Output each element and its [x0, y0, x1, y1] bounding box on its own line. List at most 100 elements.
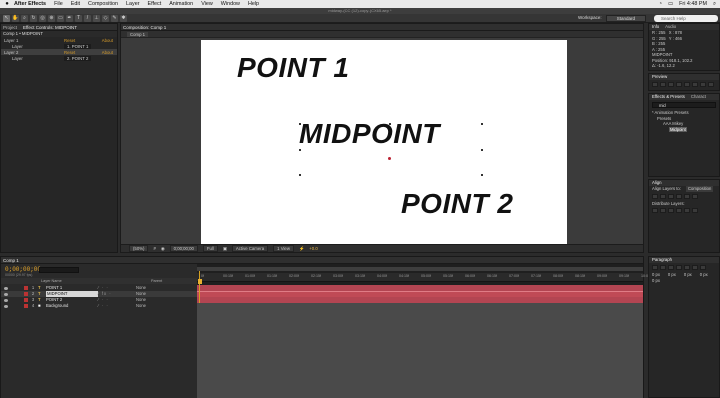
menu-window[interactable]: Window — [221, 1, 240, 7]
work-area-bar[interactable] — [197, 267, 643, 271]
text-align-left-icon[interactable] — [652, 265, 658, 270]
clock[interactable]: Fri 4:48 PM — [679, 1, 707, 7]
camera-tool-icon[interactable]: ◎ — [39, 14, 46, 22]
menu-edit[interactable]: Edit — [71, 1, 80, 7]
parent-select[interactable]: None — [136, 303, 146, 309]
bounding-handle[interactable] — [299, 149, 301, 151]
justify-center-icon[interactable] — [684, 265, 690, 270]
justify-right-icon[interactable] — [692, 265, 698, 270]
column-parent[interactable]: Parent — [151, 278, 162, 284]
text-align-right-icon[interactable] — [668, 265, 674, 270]
camera-select[interactable]: Active Camera — [231, 245, 269, 252]
text-point-1[interactable]: POINT 1 — [237, 52, 349, 84]
effects-search-input[interactable]: mid — [652, 102, 716, 108]
composition-canvas[interactable]: POINT 1 MIDPOINT POINT 2 — [201, 40, 567, 245]
last-frame-icon[interactable] — [684, 82, 690, 87]
justify-all-icon[interactable] — [700, 265, 706, 270]
layer-switches[interactable]: ⁄ · · — [98, 303, 136, 309]
spotlight-icon[interactable]: ⌕ — [713, 1, 716, 8]
visibility-eye-icon[interactable] — [4, 286, 8, 290]
layer-row[interactable]: 4 ■ Background ⁄ · · None — [1, 303, 197, 309]
tab-project[interactable]: Project — [3, 25, 17, 30]
align-to-select[interactable]: Composition — [686, 186, 714, 192]
space-after-value[interactable]: 0 px — [652, 278, 660, 284]
timeline-search-input[interactable] — [39, 267, 79, 273]
views-select[interactable]: 1 View — [273, 245, 294, 252]
resolution-select[interactable]: Full — [202, 245, 218, 252]
visibility-eye-icon[interactable] — [4, 292, 8, 296]
bounding-handle[interactable] — [481, 174, 483, 176]
time-ruler[interactable]: 0f 00:15f 01:00f 01:15f 02:00f 02:15f 03:00f 03… — [197, 273, 648, 282]
tab-composition[interactable]: Composition: Comp 1 — [123, 25, 166, 30]
fast-preview-icon[interactable]: ⚡ — [299, 246, 304, 252]
layer-name[interactable]: Background — [46, 303, 98, 309]
pan-behind-tool-icon[interactable]: ⊕ — [48, 14, 55, 22]
about-button[interactable]: About — [102, 50, 113, 55]
layer-select[interactable]: 1. POINT 1 — [64, 43, 92, 49]
visibility-eye-icon[interactable] — [4, 298, 8, 302]
tab-effects-presets[interactable]: Effects & Presets — [652, 94, 685, 100]
justify-left-icon[interactable] — [676, 265, 682, 270]
search-help-input[interactable]: Search Help — [654, 15, 718, 22]
distribute-hcenter-icon[interactable] — [684, 208, 690, 213]
audio-icon[interactable] — [692, 82, 698, 87]
zoom-tool-icon[interactable]: ⌕ — [21, 14, 28, 22]
app-menu[interactable]: After Effects — [14, 1, 46, 7]
indent-first-value[interactable]: 0 px — [684, 272, 692, 278]
brush-tool-icon[interactable]: / — [84, 14, 91, 22]
eraser-tool-icon[interactable]: ◇ — [102, 14, 109, 22]
indent-right-value[interactable]: 0 px — [668, 272, 676, 278]
menu-animation[interactable]: Animation — [169, 1, 193, 7]
current-time[interactable]: 0;00;00;00 — [169, 245, 198, 252]
type-tool-icon[interactable]: T — [75, 14, 82, 22]
tab-comp-1[interactable]: Comp 1 — [127, 32, 149, 37]
grid-icon[interactable]: # — [153, 246, 155, 251]
distribute-left-icon[interactable] — [676, 208, 682, 213]
column-layer-name[interactable]: Layer Name — [41, 278, 62, 284]
tab-comp-1-timeline[interactable]: Comp 1 — [3, 258, 19, 263]
bounding-handle[interactable] — [299, 123, 301, 125]
align-top-icon[interactable] — [676, 193, 682, 199]
workspace-select[interactable]: Standard — [605, 15, 646, 22]
align-right-icon[interactable] — [668, 193, 674, 199]
text-midpoint[interactable]: MIDPOINT — [299, 118, 440, 150]
play-icon[interactable] — [668, 82, 674, 87]
menu-effect[interactable]: Effect — [148, 1, 162, 7]
clone-tool-icon[interactable]: ⊥ — [93, 14, 100, 22]
space-before-value[interactable]: 0 px — [700, 272, 708, 278]
selection-tool-icon[interactable]: ↖ — [3, 14, 10, 22]
text-point-2[interactable]: POINT 2 — [401, 188, 513, 220]
align-bottom-icon[interactable] — [692, 193, 698, 199]
align-hcenter-icon[interactable] — [660, 193, 666, 199]
visibility-eye-icon[interactable] — [4, 304, 8, 308]
tree-item-selected[interactable]: Midpoint — [649, 126, 719, 133]
layer-select[interactable]: 2. POINT 2 — [64, 55, 92, 61]
rotate-tool-icon[interactable]: ↻ — [30, 14, 37, 22]
distribute-top-icon[interactable] — [652, 208, 658, 213]
tab-preview[interactable]: Preview — [652, 74, 667, 80]
bounding-handle[interactable] — [299, 174, 301, 176]
ram-preview-icon[interactable] — [708, 82, 714, 87]
menu-layer[interactable]: Layer — [126, 1, 140, 7]
loop-icon[interactable] — [700, 82, 706, 87]
roto-tool-icon[interactable]: ✎ — [111, 14, 118, 22]
menu-help[interactable]: Help — [248, 1, 259, 7]
distribute-vcenter-icon[interactable] — [660, 208, 666, 213]
battery-icon[interactable]: ▭ — [668, 1, 673, 7]
menu-composition[interactable]: Composition — [88, 1, 118, 7]
align-left-icon[interactable] — [652, 193, 658, 199]
align-vcenter-icon[interactable] — [684, 193, 690, 199]
about-button[interactable]: About — [102, 38, 113, 43]
first-frame-icon[interactable] — [652, 82, 658, 87]
exposure-value[interactable]: +0.0 — [309, 246, 317, 251]
bounding-handle[interactable] — [389, 123, 391, 125]
next-frame-icon[interactable] — [676, 82, 682, 87]
bounding-handle[interactable] — [481, 123, 483, 125]
tab-effect-controls[interactable]: Effect Controls: MIDPOINT — [23, 25, 77, 30]
zoom-select[interactable]: (50%) — [129, 245, 149, 252]
shape-tool-icon[interactable]: ▭ — [57, 14, 64, 22]
reset-button[interactable]: Reset — [64, 50, 75, 55]
distribute-right-icon[interactable] — [692, 208, 698, 213]
hand-tool-icon[interactable]: ✋ — [12, 14, 19, 22]
tab-paragraph[interactable]: Paragraph — [652, 257, 672, 263]
